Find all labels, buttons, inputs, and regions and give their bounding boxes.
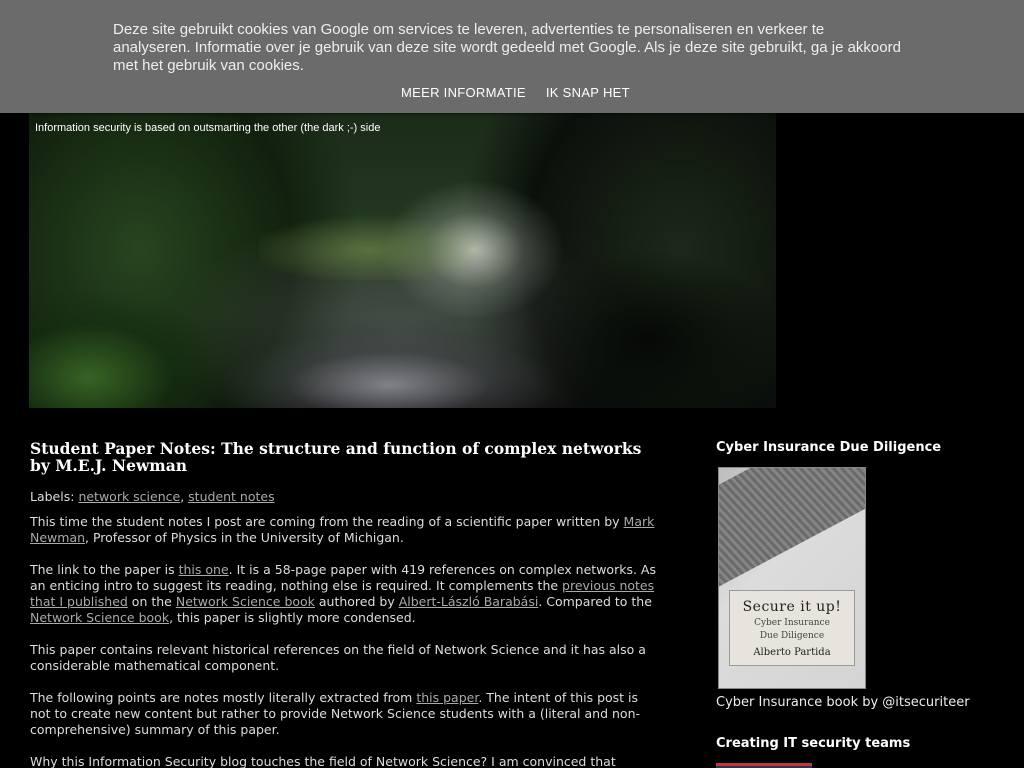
book-cover-subtitle-2: Due Diligence	[759, 631, 825, 641]
post-paragraph-4: The following points are notes mostly li…	[30, 690, 660, 738]
p2-text-5: . Compared to the	[538, 594, 652, 609]
post-paragraph-2: The link to the paper is this one. It is…	[30, 562, 660, 626]
cookie-consent-bar: Deze site gebruikt cookies van Google om…	[0, 0, 1024, 113]
post-labels: Labels: network science, student notes	[30, 489, 660, 505]
post-title: Student Paper Notes: The structure and f…	[30, 439, 642, 475]
cookie-actions: MEER INFORMATIE IK SNAP HET	[401, 85, 630, 100]
widget-caption: Cyber Insurance book by @itsecuriteer	[716, 695, 970, 710]
p1-text-2: , Professor of Physics in the University…	[85, 530, 404, 545]
book-cover-author: Alberto Partida	[753, 647, 831, 658]
book-cover-title: Secure it up!	[742, 599, 842, 615]
labels-separator: ,	[180, 489, 189, 504]
sidebar: Cyber Insurance Due Diligence Secure it …	[716, 440, 1006, 768]
p2-text-4: authored by	[314, 594, 399, 609]
blog-tagline: Information security is based on outsmar…	[35, 122, 381, 134]
post-paragraph-5: Why this Information Security blog touch…	[30, 754, 616, 768]
p2-text-6: , this paper is slightly more condensed.	[169, 610, 416, 625]
link-this-paper[interactable]: this paper	[416, 690, 478, 705]
book-cover-subtitle-1: Cyber Insurance	[754, 618, 830, 628]
cookie-notice-text: Deze site gebruikt cookies van Google om…	[113, 21, 901, 74]
banner-moss	[259, 210, 489, 280]
label-link-network-science[interactable]: network science	[78, 489, 180, 504]
link-this-one[interactable]: this one	[179, 562, 229, 577]
link-network-science-book-2[interactable]: Network Science book	[30, 610, 169, 625]
labels-prefix: Labels:	[30, 489, 75, 504]
link-network-science-book[interactable]: Network Science book	[176, 594, 315, 609]
banner-rock-right	[499, 240, 776, 408]
p4-text-1: The following points are notes mostly li…	[30, 690, 417, 705]
label-link-student-notes[interactable]: student notes	[188, 489, 274, 504]
link-barabasi[interactable]: Albert-László Barabási	[399, 594, 539, 609]
widget-thumbnail-image[interactable]	[716, 763, 812, 768]
post-paragraph-1: This time the student notes I post are c…	[30, 514, 660, 546]
book-cover-stripe	[719, 468, 865, 590]
blog-post: Student Paper Notes: The structure and f…	[30, 440, 660, 768]
p2-text-1: The link to the paper is	[30, 562, 179, 577]
post-paragraph-3: This paper contains relevant historical …	[30, 642, 646, 673]
accept-cookies-button[interactable]: IK SNAP HET	[546, 85, 630, 100]
header-banner-image	[29, 100, 776, 408]
widget-title-cyber-insurance: Cyber Insurance Due Diligence	[716, 440, 942, 455]
widget-title-it-security-teams: Creating IT security teams	[716, 736, 911, 751]
more-info-button[interactable]: MEER INFORMATIE	[401, 85, 526, 100]
p1-text-1: This time the student notes I post are c…	[30, 514, 624, 529]
p2-text-3: on the	[127, 594, 176, 609]
book-cover-image[interactable]: Secure it up! Cyber Insurance Due Dilige…	[718, 467, 866, 689]
book-cover-panel: Secure it up! Cyber Insurance Due Dilige…	[729, 590, 855, 666]
banner-fern-left	[29, 258, 259, 408]
